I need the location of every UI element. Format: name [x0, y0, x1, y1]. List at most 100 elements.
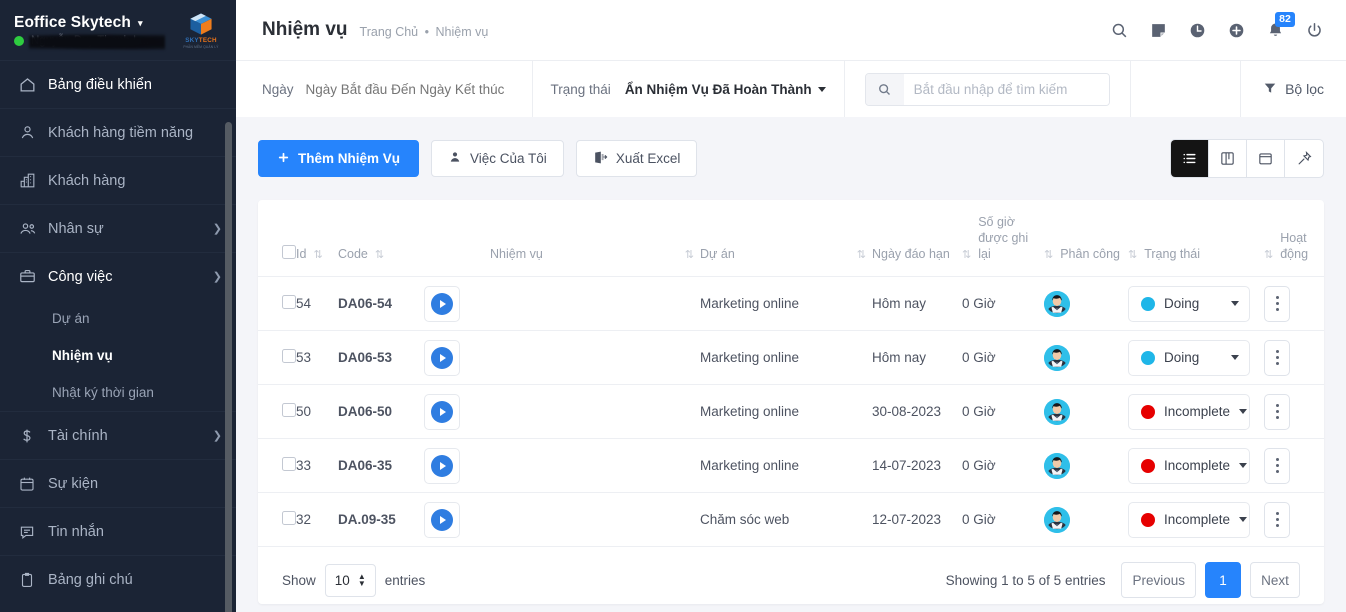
- sidebar-item-customers[interactable]: Khách hàng: [0, 156, 236, 204]
- row-select-cell: [258, 384, 296, 439]
- sidebar-subitem-projects[interactable]: Dự án: [0, 300, 236, 337]
- row-status-cell: Incomplete: [1128, 384, 1264, 439]
- filter-bar: Ngày Trạng thái Ẩn Nhiệm Vụ Đã Hoàn Thàn…: [236, 60, 1346, 117]
- row-assignee-cell: [1044, 438, 1128, 493]
- table-row[interactable]: 54 DA06-54 Marketing online Hôm nay 0 Gi…: [258, 276, 1324, 331]
- power-icon[interactable]: [1305, 21, 1324, 40]
- filter-button[interactable]: Bộ lọc: [1241, 61, 1346, 117]
- table-row[interactable]: 32 DA.09-35 Chăm sóc web 12-07-2023 0 Gi…: [258, 492, 1324, 547]
- sidebar-item-finance[interactable]: Tài chính ❯: [0, 411, 236, 459]
- pagination-page-1[interactable]: 1: [1205, 562, 1241, 598]
- status-dropdown[interactable]: Incomplete: [1128, 393, 1250, 430]
- table-row[interactable]: 33 DA06-35 Marketing online 14-07-2023 0…: [258, 438, 1324, 493]
- status-dropdown[interactable]: Incomplete: [1128, 501, 1250, 538]
- col-project[interactable]: Dự án ⇅: [700, 200, 872, 277]
- search-input[interactable]: [903, 73, 1109, 105]
- bell-icon[interactable]: 82: [1266, 11, 1295, 40]
- list-view-button[interactable]: [1171, 140, 1209, 177]
- start-timer-button[interactable]: [424, 393, 460, 430]
- row-actions-menu-button[interactable]: [1264, 501, 1290, 538]
- pagination-previous[interactable]: Previous: [1121, 562, 1196, 598]
- sidebar-item-leads[interactable]: Khách hàng tiềm năng: [0, 108, 236, 156]
- row-checkbox[interactable]: [282, 295, 296, 309]
- status-dropdown[interactable]: Doing: [1128, 339, 1250, 376]
- status-dropdown[interactable]: Doing: [1128, 285, 1250, 322]
- search-box[interactable]: [864, 72, 1110, 106]
- breadcrumb-home[interactable]: Trang Chủ: [360, 25, 419, 39]
- sidebar-item-work[interactable]: Công việc ❯: [0, 252, 236, 300]
- start-timer-button[interactable]: [424, 339, 460, 376]
- logo-sky-text: SKY: [185, 36, 199, 44]
- avatar-image: [1044, 398, 1070, 425]
- col-code[interactable]: Code ⇅: [338, 200, 424, 277]
- brand-text-block: Eoffice Skytech ▾ Nguyễn Duy Thanh L...: [14, 14, 176, 47]
- start-timer-button[interactable]: [424, 447, 460, 484]
- start-timer-button[interactable]: [424, 501, 460, 538]
- calendar-icon: [18, 475, 48, 493]
- calendar-view-button[interactable]: [1247, 140, 1285, 177]
- col-assignee-label: Phân công: [1060, 247, 1120, 261]
- col-status[interactable]: ⇅ Trạng thái: [1128, 200, 1264, 277]
- start-timer-button[interactable]: [424, 285, 460, 322]
- col-hours-logged[interactable]: ⇅ Số giờ được ghi lại: [962, 200, 1044, 277]
- avatar[interactable]: [1044, 398, 1070, 425]
- pagination-next[interactable]: Next: [1250, 562, 1300, 598]
- row-checkbox[interactable]: [282, 457, 296, 471]
- col-assignee[interactable]: ⇅ Phân công: [1044, 200, 1128, 277]
- row-code: DA.09-35: [338, 492, 424, 547]
- row-actions-menu-button[interactable]: [1264, 339, 1290, 376]
- sidebar-item-events[interactable]: Sự kiện: [0, 459, 236, 507]
- sidebar-item-notes[interactable]: Bảng ghi chú: [0, 555, 236, 603]
- col-due-date[interactable]: Ngày đáo hạn: [872, 200, 962, 277]
- row-assignee-cell: [1044, 276, 1128, 331]
- avatar[interactable]: [1044, 506, 1070, 533]
- date-range-input[interactable]: [305, 81, 512, 97]
- sort-icon: ⇅: [856, 249, 866, 261]
- search-icon[interactable]: [1110, 21, 1129, 40]
- row-actions-menu-button[interactable]: [1264, 393, 1290, 430]
- row-actions-menu-button[interactable]: [1264, 285, 1290, 322]
- avatar[interactable]: [1044, 452, 1070, 479]
- sidebar-item-dashboard[interactable]: Bảng điều khiển: [0, 60, 236, 108]
- sidebar-subitem-timelog[interactable]: Nhật ký thời gian: [0, 374, 236, 411]
- topbar-icons: 82: [1110, 11, 1324, 40]
- export-excel-button[interactable]: Xuất Excel: [575, 140, 698, 177]
- sidebar-item-messages[interactable]: Tin nhắn: [0, 507, 236, 555]
- col-id[interactable]: Id ⇅: [296, 200, 338, 277]
- brand-title[interactable]: Eoffice Skytech ▾: [14, 14, 176, 32]
- col-status-label: Trạng thái: [1144, 247, 1201, 261]
- sidebar-brand[interactable]: Eoffice Skytech ▾ Nguyễn Duy Thanh L... …: [0, 0, 236, 60]
- row-actions-cell: [1264, 492, 1324, 547]
- avatar[interactable]: [1044, 344, 1070, 371]
- add-task-button[interactable]: Thêm Nhiệm Vụ: [258, 140, 420, 177]
- sidebar-scrollbar[interactable]: [225, 122, 232, 612]
- plus-circle-icon[interactable]: [1227, 21, 1246, 40]
- row-checkbox[interactable]: [282, 403, 296, 417]
- online-status-dot: [14, 35, 24, 46]
- status-dropdown[interactable]: Incomplete: [1128, 447, 1250, 484]
- row-checkbox[interactable]: [282, 511, 296, 525]
- table-row[interactable]: 53 DA06-53 Marketing online Hôm nay 0 Gi…: [258, 330, 1324, 385]
- page-size-select[interactable]: 10 ▲ ▼: [324, 563, 376, 597]
- row-due-date: Hôm nay: [872, 330, 962, 385]
- status-filter-dropdown[interactable]: Ẩn Nhiệm Vụ Đã Hoàn Thành: [625, 82, 826, 97]
- status-color-dot: [1141, 404, 1155, 419]
- col-task[interactable]: Nhiệm vụ ⇅: [490, 200, 700, 277]
- sidebar-item-hr[interactable]: Nhân sự ❯: [0, 204, 236, 252]
- avatar-image: [1044, 452, 1070, 479]
- row-assignee-cell: [1044, 492, 1128, 547]
- my-work-button[interactable]: Việc Của Tôi: [431, 140, 564, 177]
- sort-icon: ⇅: [1264, 249, 1274, 261]
- note-icon[interactable]: [1149, 21, 1168, 40]
- avatar[interactable]: [1044, 290, 1070, 317]
- row-select-cell: [258, 438, 296, 493]
- row-checkbox[interactable]: [282, 349, 296, 363]
- row-actions-menu-button[interactable]: [1264, 447, 1290, 484]
- row-hours-logged: 0 Giờ: [962, 384, 1044, 439]
- board-view-button[interactable]: [1209, 140, 1247, 177]
- sidebar-subitem-tasks[interactable]: Nhiệm vụ: [0, 337, 236, 374]
- table-row[interactable]: 50 DA06-50 Marketing online 30-08-2023 0…: [258, 384, 1324, 439]
- select-all-checkbox[interactable]: [282, 245, 296, 259]
- pin-view-button[interactable]: [1285, 140, 1323, 177]
- clock-icon[interactable]: [1188, 21, 1207, 40]
